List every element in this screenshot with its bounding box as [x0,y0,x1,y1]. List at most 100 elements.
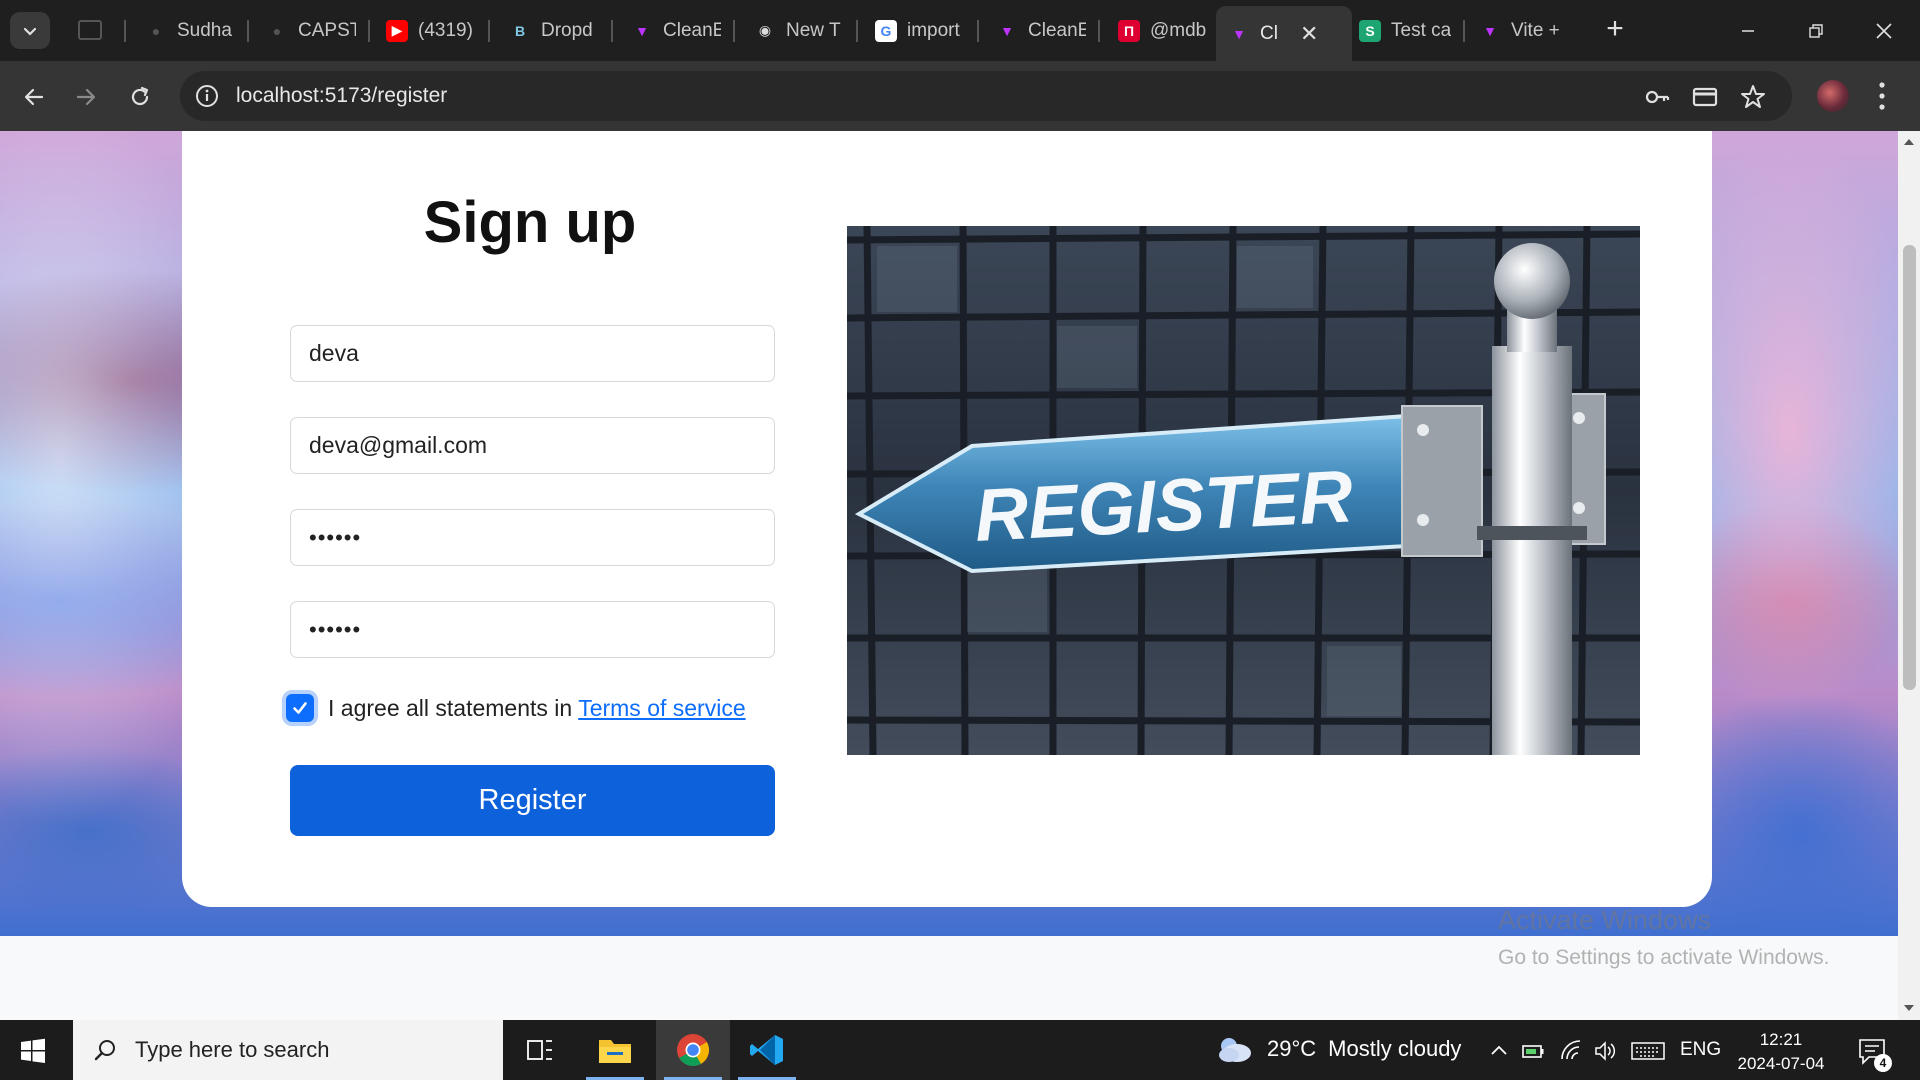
browser-tab[interactable]: ● Sudha [145,8,235,53]
browser-tab[interactable]: ◉ New T [754,8,844,53]
cloudy-weather-icon [1219,1038,1251,1062]
url-text[interactable]: localhost:5173/register [236,84,447,108]
google-icon: G [875,19,897,42]
browser-tab[interactable]: ▶ (4319) [386,8,476,53]
tab-title: Sudha [177,19,232,41]
tab-title: New T [786,19,841,41]
payment-card-icon[interactable] [1692,84,1718,110]
chrome-icon: ◉ [758,22,772,38]
search-placeholder: Type here to search [135,1037,330,1062]
confirm-password-field[interactable]: •••••• [290,601,775,658]
tab-title: Test ca [1391,19,1451,41]
profile-avatar[interactable] [1817,80,1849,112]
weather-widget[interactable]: 29°C Mostly cloudy [1215,1034,1461,1064]
agree-checkbox[interactable] [286,694,314,722]
wifi-icon[interactable] [1559,1039,1583,1063]
volume-icon[interactable] [1593,1039,1617,1063]
weather-temp: 29°C [1267,1036,1317,1061]
scroll-up-icon[interactable] [1903,137,1915,147]
bookmark-star-icon[interactable] [1740,84,1766,110]
terms-of-service-link[interactable]: Terms of service [578,695,745,722]
password-key-icon[interactable] [1644,84,1670,110]
vite-icon: ▼ [1232,25,1246,42]
tab-separator [247,20,249,42]
restore-button[interactable] [1782,0,1850,61]
name-field[interactable]: deva [290,325,775,382]
minimize-button[interactable] [1714,0,1782,61]
more-menu-icon[interactable] [1877,79,1887,113]
tab-title: (4319) [418,19,473,41]
tab-title: @mdb [1150,19,1207,41]
restore-icon [1809,23,1823,38]
tab-title: Cl [1260,22,1278,44]
reload-button[interactable] [120,77,160,117]
forward-button[interactable] [66,77,106,117]
scroll-down-icon[interactable] [1903,1003,1915,1013]
chrome-taskbar-button[interactable] [656,1020,730,1080]
password-value: •••••• [309,524,362,550]
clock-time: 12:21 [1759,1030,1803,1049]
vite-icon: ▼ [1000,22,1014,39]
tab-title: CAPST [298,19,356,41]
chrome-icon [677,1034,710,1067]
clock-date: 2024-07-04 [1737,1054,1825,1073]
taskbar-search[interactable]: Type here to search [73,1020,503,1080]
tab-groups-icon [78,20,102,40]
vscode-icon [750,1035,783,1065]
browser-tab[interactable]: ▼ CleanE [631,8,721,53]
tab-separator [1098,20,1100,42]
s-app-icon: S [1359,19,1381,42]
close-window-button[interactable] [1850,0,1918,61]
back-button[interactable] [14,77,54,117]
chevron-up-icon[interactable] [1487,1039,1511,1063]
tab-search-button[interactable] [10,12,50,49]
site-info-icon[interactable] [194,83,220,109]
windows-taskbar: Type here to search 29°C Mostly cloudy E… [0,1020,1920,1080]
register-button[interactable]: Register [290,765,775,836]
tab-separator [977,20,979,42]
browser-tab[interactable]: ▼ CleanE [996,8,1086,53]
vscode-taskbar-button[interactable] [730,1020,804,1080]
browser-tab[interactable]: П @mdb [1118,8,1208,53]
activate-windows-title: Activate Windows [1498,905,1712,935]
browser-tab[interactable]: S Test ca [1359,8,1451,53]
search-icon [94,1040,115,1061]
keyboard-icon[interactable] [1631,1039,1665,1063]
weather-desc: Mostly cloudy [1328,1036,1462,1061]
clock[interactable]: 12:21 2024-07-04 [1737,1028,1825,1076]
tab-separator [733,20,735,42]
page-scrollbar[interactable] [1898,131,1920,1020]
file-explorer-button[interactable] [578,1020,652,1080]
task-view-button[interactable] [503,1020,577,1080]
agree-label: I agree all statements in [328,694,573,721]
email-value: deva@gmail.com [309,432,488,458]
tab-close-icon[interactable]: ✕ [1300,21,1318,47]
address-bar[interactable]: localhost:5173/register [180,71,1792,121]
email-field[interactable]: deva@gmail.com [290,417,775,474]
browser-tab[interactable]: ▼ Cl ✕ [1216,6,1352,61]
name-value: deva [309,340,359,366]
register-signpost-image: REGISTER [847,226,1640,755]
browser-tab[interactable]: B Dropd [509,8,599,53]
bootstrap-icon: B [514,22,526,39]
language-indicator[interactable]: ENG [1680,1039,1721,1061]
browser-tab[interactable]: ● CAPST [266,8,356,53]
windows-start-icon[interactable] [20,1038,46,1064]
battery-icon[interactable] [1521,1039,1545,1063]
reload-icon [131,86,149,106]
scroll-thumb[interactable] [1903,245,1916,690]
task-view-icon [527,1040,552,1060]
chevron-down-icon [23,27,37,36]
new-tab-button[interactable]: + [1598,12,1632,46]
tab-separator [856,20,858,42]
password-field[interactable]: •••••• [290,509,775,566]
browser-tab[interactable]: ▼ Vite + [1479,8,1571,53]
youtube-icon: ▶ [386,19,408,42]
browser-tab[interactable]: Gimport [875,8,965,53]
vite-icon: ▼ [635,22,649,39]
tab-separator [611,20,613,42]
minimize-icon [1742,29,1754,32]
mdb-icon: П [1118,19,1140,42]
notification-badge: 4 [1874,1054,1892,1072]
tab-separator [368,20,370,42]
